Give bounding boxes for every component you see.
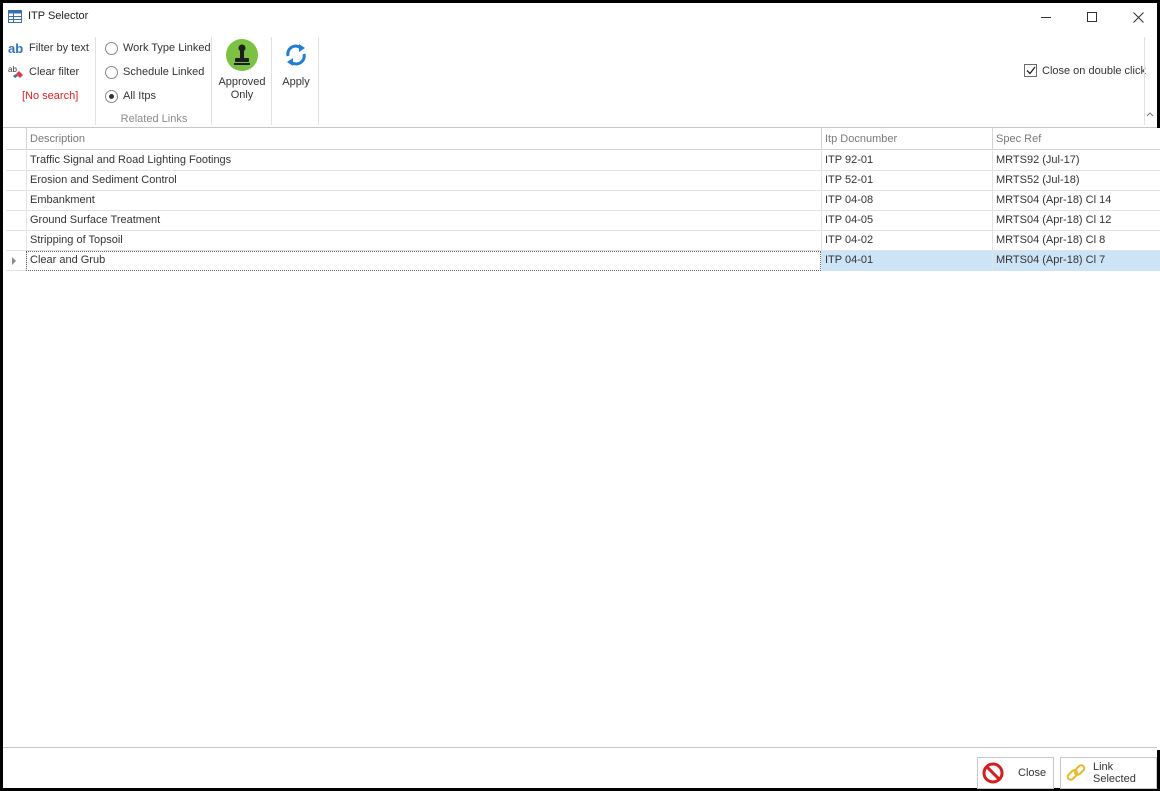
cell-itp-docnumber[interactable]: ITP 04-02 xyxy=(821,231,992,251)
table-row[interactable]: Ground Surface Treatment ITP 04-05 MRTS0… xyxy=(6,211,1160,231)
ribbon-separator xyxy=(95,37,96,125)
row-indicator xyxy=(6,211,26,231)
itp-grid: Description Itp Docnumber Spec Ref Traff… xyxy=(6,128,1160,750)
cell-description[interactable]: Clear and Grub xyxy=(26,251,821,271)
approved-stamp-icon xyxy=(226,39,258,71)
itp-selector-window: ITP Selector ab Filter by text ab Clear … xyxy=(0,0,1160,791)
cell-description[interactable]: Ground Surface Treatment xyxy=(26,211,821,231)
radio-checked-icon xyxy=(105,89,118,103)
cell-itp-docnumber[interactable]: ITP 04-01 xyxy=(821,251,992,271)
filter-text-icon: ab xyxy=(8,40,24,56)
close-on-double-click-checkbox[interactable]: Close on double click xyxy=(1024,64,1146,77)
dialog-footer: Close Link Selected xyxy=(3,747,1157,789)
related-links-caption: Related Links xyxy=(120,113,188,125)
cell-spec-ref[interactable]: MRTS92 (Jul-17) xyxy=(992,151,1160,171)
work-type-linked-label: Work Type Linked xyxy=(123,42,211,54)
minimize-icon xyxy=(1041,17,1051,18)
cell-itp-docnumber[interactable]: ITP 52-01 xyxy=(821,171,992,191)
table-row[interactable]: Erosion and Sediment Control ITP 52-01 M… xyxy=(6,171,1160,191)
filter-by-text-button[interactable]: ab Filter by text xyxy=(8,39,89,57)
minimize-button[interactable] xyxy=(1023,3,1069,31)
filter-by-text-label: Filter by text xyxy=(29,42,89,54)
close-button-label: Close xyxy=(1018,767,1047,779)
close-on-double-click-label: Close on double click xyxy=(1042,64,1146,77)
link-selected-button[interactable]: Link Selected xyxy=(1060,757,1157,789)
cell-spec-ref[interactable]: MRTS04 (Apr-18) Cl 7 xyxy=(992,251,1160,271)
close-button[interactable]: Close xyxy=(977,757,1054,789)
maximize-icon xyxy=(1087,12,1097,22)
table-row[interactable]: Embankment ITP 04-08 MRTS04 (Apr-18) Cl … xyxy=(6,191,1160,211)
cell-description[interactable]: Traffic Signal and Road Lighting Footing… xyxy=(26,151,821,171)
refresh-icon xyxy=(280,39,312,71)
cell-itp-docnumber[interactable]: ITP 92-01 xyxy=(821,151,992,171)
clear-filter-label: Clear filter xyxy=(29,66,80,78)
row-indicator xyxy=(6,151,26,171)
cell-description[interactable]: Erosion and Sediment Control xyxy=(26,171,821,191)
apply-button[interactable]: Apply xyxy=(273,39,319,89)
column-header-description[interactable]: Description xyxy=(26,128,821,150)
all-itps-label: All Itps xyxy=(123,90,157,102)
clear-filter-button[interactable]: ab Clear filter xyxy=(8,63,79,81)
maximize-button[interactable] xyxy=(1069,3,1115,31)
approved-only-label-line2: Only xyxy=(230,89,254,101)
cell-spec-ref[interactable]: MRTS04 (Apr-18) Cl 14 xyxy=(992,191,1160,211)
cell-spec-ref[interactable]: MRTS04 (Apr-18) Cl 12 xyxy=(992,211,1160,231)
ribbon-separator xyxy=(271,37,272,125)
radio-unchecked-icon xyxy=(105,65,118,79)
chain-link-icon xyxy=(1065,762,1087,784)
ribbon-separator xyxy=(318,37,319,125)
svg-text:ab: ab xyxy=(8,65,17,74)
column-header-spec-ref[interactable]: Spec Ref xyxy=(992,128,1160,150)
approved-only-button[interactable]: Approved Only xyxy=(215,39,269,102)
ribbon-toolbar: ab Filter by text ab Clear filter [No se… xyxy=(3,31,1157,128)
title-bar: ITP Selector xyxy=(3,3,1157,31)
apply-label: Apply xyxy=(282,76,310,88)
schedule-linked-radio[interactable]: Schedule Linked xyxy=(105,63,204,81)
column-header-itp-docnumber[interactable]: Itp Docnumber xyxy=(821,128,992,150)
close-icon xyxy=(1132,11,1144,23)
cell-itp-docnumber[interactable]: ITP 04-08 xyxy=(821,191,992,211)
link-selected-label: Link Selected xyxy=(1093,761,1136,785)
grid-header: Description Itp Docnumber Spec Ref xyxy=(6,128,1160,150)
window-close-button[interactable] xyxy=(1115,3,1160,31)
cell-spec-ref[interactable]: MRTS04 (Apr-18) Cl 8 xyxy=(992,231,1160,251)
ribbon-separator xyxy=(211,37,212,125)
collapse-ribbon-icon[interactable] xyxy=(1145,109,1155,119)
table-row-selected[interactable]: Clear and Grub ITP 04-01 MRTS04 (Apr-18)… xyxy=(6,251,1160,271)
current-row-arrow-icon xyxy=(12,257,16,265)
row-indicator xyxy=(6,231,26,251)
row-indicator xyxy=(6,251,26,271)
checkbox-checked-icon xyxy=(1024,64,1037,77)
cell-itp-docnumber[interactable]: ITP 04-05 xyxy=(821,211,992,231)
table-row[interactable]: Stripping of Topsoil ITP 04-02 MRTS04 (A… xyxy=(6,231,1160,251)
cell-description[interactable]: Stripping of Topsoil xyxy=(26,231,821,251)
approved-only-label-line1: Approved xyxy=(218,76,266,88)
schedule-linked-label: Schedule Linked xyxy=(123,66,205,78)
cell-description[interactable]: Embankment xyxy=(26,191,821,211)
no-entry-icon xyxy=(982,762,1004,784)
all-itps-radio[interactable]: All Itps xyxy=(105,87,156,105)
work-type-linked-radio[interactable]: Work Type Linked xyxy=(105,39,211,57)
window-title: ITP Selector xyxy=(28,10,89,22)
radio-unchecked-icon xyxy=(105,41,118,55)
row-indicator xyxy=(6,171,26,191)
cell-spec-ref[interactable]: MRTS52 (Jul-18) xyxy=(992,171,1160,191)
table-row[interactable]: Traffic Signal and Road Lighting Footing… xyxy=(6,151,1160,171)
grid-window-icon xyxy=(8,10,22,23)
row-indicator-header xyxy=(6,128,26,150)
row-indicator xyxy=(6,191,26,211)
clear-filter-icon: ab xyxy=(8,65,24,79)
search-status: [No search] xyxy=(22,90,79,102)
